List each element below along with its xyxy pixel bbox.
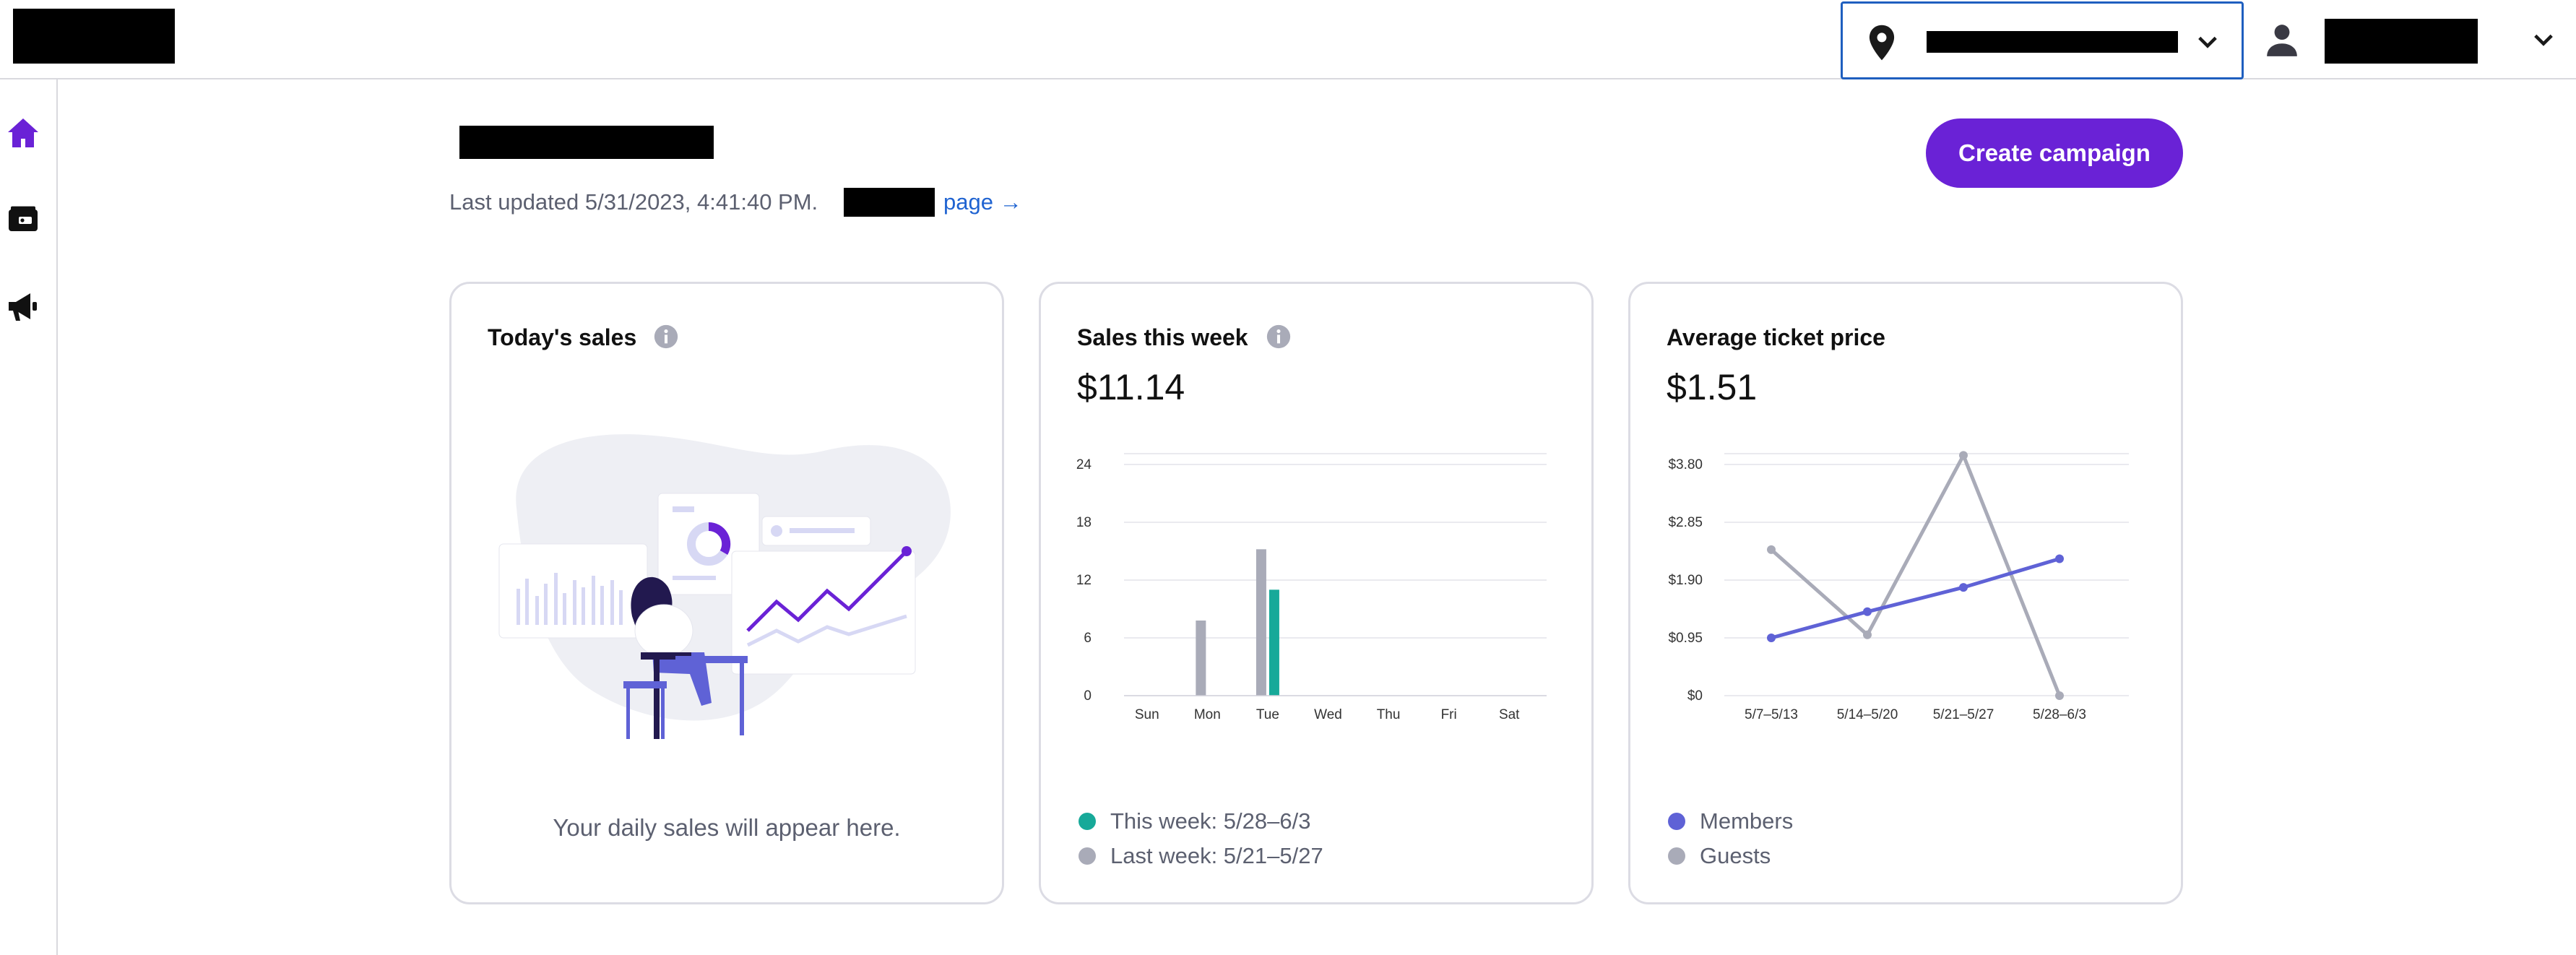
y-tick-label: 0 (1084, 688, 1092, 704)
y-tick-label: $1.90 (1668, 573, 1703, 588)
location-select[interactable] (1841, 1, 2244, 79)
page-name (844, 188, 935, 217)
x-tick-label: Sat (1499, 707, 1520, 722)
page-link[interactable]: page → (943, 189, 1022, 215)
legend-label: Members (1700, 808, 1794, 834)
chevron-down-icon (2198, 36, 2217, 48)
y-tick-label: $3.80 (1668, 457, 1703, 472)
x-tick-label: Sun (1135, 707, 1159, 722)
legend-item: Guests (1668, 839, 1793, 873)
x-tick-label: Tue (1256, 707, 1279, 722)
series-point-members (1863, 607, 1872, 616)
legend-item: Last week: 5/21–5/27 (1079, 839, 1323, 873)
x-tick-label: Fri (1441, 707, 1457, 722)
info-icon[interactable] (654, 324, 678, 349)
sales-illustration-image (498, 434, 951, 739)
create-campaign-button[interactable]: Create campaign (1926, 118, 2183, 188)
map-pin-icon (1869, 25, 1895, 61)
top-bar (0, 0, 2576, 79)
series-line-guests (1770, 451, 2062, 696)
series-point-guests (1959, 451, 1968, 460)
series-point-members (1767, 634, 1776, 642)
user-name (2325, 19, 2478, 64)
x-tick-label: Wed (1314, 707, 1342, 722)
line-chart-legend: Members Guests (1668, 804, 1793, 873)
user-menu[interactable] (2247, 1, 2576, 78)
y-tick-label: $2.85 (1668, 515, 1703, 530)
y-tick-label: 12 (1076, 573, 1092, 588)
legend-label: This week: 5/28–6/3 (1110, 808, 1311, 834)
bar-chart-legend: This week: 5/28–6/3 Last week: 5/21–5/27 (1079, 804, 1323, 873)
megaphone-icon[interactable] (6, 289, 40, 324)
card-title: Sales this week (1077, 324, 1248, 350)
series-line-members (1771, 557, 2060, 640)
x-tick-label: 5/28–6/3 (2033, 707, 2086, 722)
todays-sales-card: Today's sales Your daily sales will appe… (449, 282, 1004, 904)
wallet-icon[interactable] (6, 202, 40, 237)
card-title: Average ticket price (1667, 324, 1885, 350)
info-icon[interactable] (1266, 324, 1291, 349)
y-tick-label: 18 (1076, 515, 1092, 530)
page-title (459, 126, 714, 159)
x-tick-label: Thu (1377, 707, 1401, 722)
sidebar (0, 79, 58, 955)
legend-item: Members (1668, 804, 1793, 839)
empty-sales-message: Your daily sales will appear here. (553, 814, 901, 841)
y-tick-label: $0 (1687, 688, 1703, 704)
y-tick-label: $0.95 (1668, 631, 1703, 646)
y-tick-label: 6 (1084, 631, 1092, 646)
legend-item: This week: 5/28–6/3 (1079, 804, 1323, 839)
last-updated-text: Last updated 5/31/2023, 4:41:40 PM. (449, 189, 818, 215)
x-tick-label: 5/21–5/27 (1933, 707, 1994, 722)
x-tick-label: Mon (1194, 707, 1221, 722)
series-point-guests (1767, 545, 1776, 554)
week-sales-value: $11.14 (1077, 367, 1185, 407)
bar-last-week (1196, 621, 1206, 696)
x-tick-label: 5/14–5/20 (1837, 707, 1898, 722)
bar-this-week (1268, 589, 1279, 696)
series-point-guests (1863, 630, 1872, 639)
legend-dot (1668, 813, 1685, 830)
series-point-guests (2055, 691, 2064, 700)
x-tick-label: 5/7–5/13 (1745, 707, 1798, 722)
y-tick-label: 24 (1076, 457, 1092, 472)
weekly-sales-bar-chart: 0 6 12 18 24 Sun Mon Tue Wed Thu Fri Sat (1076, 453, 1547, 722)
chevron-down-icon (2534, 34, 2553, 46)
logo[interactable] (13, 9, 175, 64)
legend-label: Last week: 5/21–5/27 (1110, 843, 1323, 868)
legend-dot (1079, 813, 1096, 830)
legend-dot (1668, 847, 1685, 865)
series-point-members (1959, 583, 1968, 592)
average-ticket-value: $1.51 (1667, 367, 1758, 407)
home-icon[interactable] (6, 116, 40, 150)
legend-dot (1079, 847, 1096, 865)
legend-label: Guests (1700, 843, 1771, 868)
location-name (1927, 31, 2178, 53)
ticket-price-line-chart: $0 $0.95 $1.90 $2.85 $3.80 5/7–5/13 5/14–5/20 5… (1668, 451, 2129, 722)
card-title: Today's sales (488, 324, 637, 350)
person-icon (2267, 25, 2297, 56)
sales-this-week-card: Sales this week $11.14 0 6 12 18 24 Sun Mon Tue… (1039, 282, 1594, 904)
series-point-members (2055, 554, 2064, 563)
average-ticket-price-card: Average ticket price $1.51 $0 $0.95 $1.90 $… (1628, 282, 2183, 904)
bar-last-week (1255, 549, 1266, 696)
